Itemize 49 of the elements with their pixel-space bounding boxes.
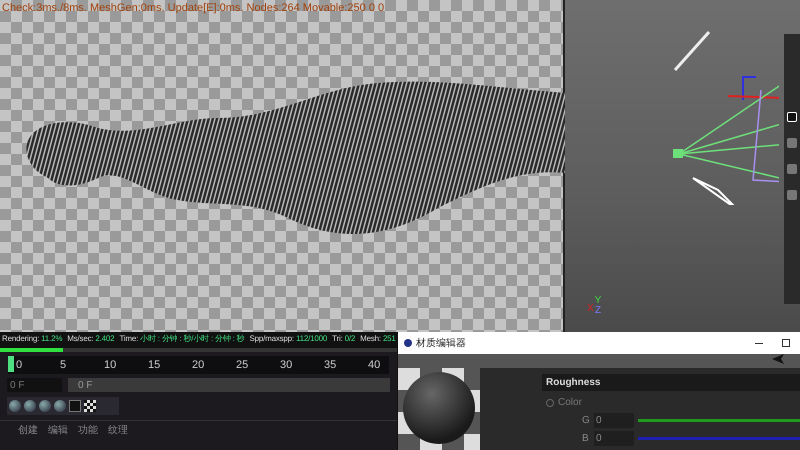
section-header: Roughness <box>542 374 800 391</box>
frame-number: 30 <box>280 358 294 373</box>
stat-label: Tri: <box>332 333 343 345</box>
channel-label: G <box>582 414 590 428</box>
stat-label: Rendering: <box>2 333 40 345</box>
x-axis-label: X <box>587 302 594 316</box>
stat-value: 251 <box>382 333 396 345</box>
z-axis-label: Z <box>594 306 602 316</box>
frame-number: 5 <box>60 358 68 373</box>
radio-label: Color <box>558 396 582 410</box>
channel-slider[interactable] <box>638 419 800 422</box>
checker-icon[interactable] <box>84 400 96 412</box>
checkbox[interactable] <box>787 138 797 148</box>
menu-item[interactable]: 编辑 <box>48 423 68 438</box>
color-radio[interactable] <box>546 398 554 406</box>
channel-slider[interactable] <box>638 437 800 440</box>
checkbox[interactable] <box>787 112 797 122</box>
stat-label: Spp/maxspp: <box>249 333 294 345</box>
stat-label: Ms/sec: <box>67 333 94 345</box>
stat-label: Time: <box>119 333 138 345</box>
frame-number: 35 <box>324 358 338 373</box>
checkbox[interactable] <box>787 190 797 200</box>
frame-number: 25 <box>236 358 250 373</box>
stat-value: 2.402 <box>95 333 114 345</box>
stat-value: 小时 : 分钟 : 秒/小时 : 分钟 : 秒 <box>140 333 244 345</box>
channel-value[interactable]: 0 <box>594 431 634 446</box>
menu-item[interactable]: 功能 <box>78 423 98 438</box>
frame-number: 10 <box>104 358 118 373</box>
stat-value: 11.2% <box>41 333 62 345</box>
frame-number: 0 <box>16 358 24 373</box>
checkbox[interactable] <box>787 164 797 174</box>
y-axis-label: Y <box>594 296 602 306</box>
frame-number: 20 <box>192 358 206 373</box>
frame-field[interactable]: 0 F <box>7 378 62 392</box>
playhead-marker[interactable] <box>8 356 14 372</box>
app-icon <box>404 339 412 347</box>
stat-value: 112/1000 <box>296 333 328 345</box>
frame-field[interactable]: 0 F <box>68 378 390 392</box>
channel-value[interactable]: 0 <box>594 413 634 428</box>
menu-item[interactable]: 创建 <box>18 423 38 438</box>
stat-label: Mesh: <box>360 333 381 345</box>
stat-value: 0/2 <box>344 333 356 345</box>
channel-label: B <box>582 432 590 446</box>
frame-number: 40 <box>368 358 382 373</box>
texture-icon[interactable] <box>69 400 81 412</box>
viewport-stats: Check:3ms./8ms. MeshGen:0ms. Update[E]:0ms. Nodes:264 Movable:250 0 0 <box>2 1 384 16</box>
menu-item[interactable]: 纹理 <box>108 423 128 438</box>
window-title: 材质编辑器 <box>416 336 466 350</box>
frame-number: 15 <box>148 358 162 373</box>
